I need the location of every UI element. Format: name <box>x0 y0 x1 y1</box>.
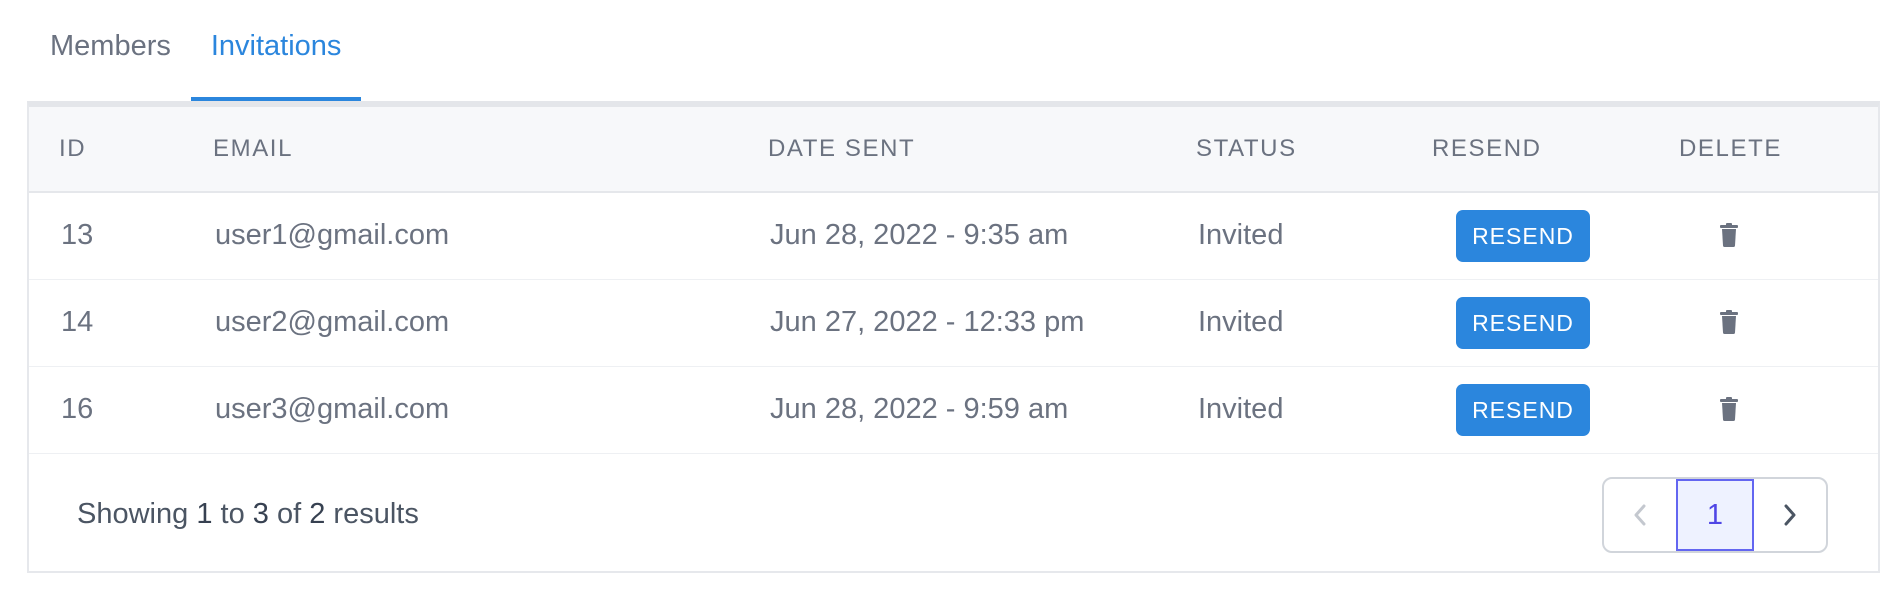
trash-icon[interactable] <box>1719 310 1739 334</box>
table-row: 14 user2@gmail.com Jun 27, 2022 - 12:33 … <box>29 280 1878 367</box>
cell-id: 16 <box>61 393 94 425</box>
pagination: 1 <box>1602 477 1828 553</box>
cell-status: Invited <box>1198 219 1284 251</box>
trash-icon[interactable] <box>1719 397 1739 421</box>
header-resend: RESEND <box>1432 135 1542 162</box>
cell-date-sent: Jun 28, 2022 - 9:35 am <box>770 219 1069 251</box>
table-footer: Showing 1 to 3 of 2 results 1 <box>29 454 1878 579</box>
table-header: ID EMAIL DATE SENT STATUS RESEND DELETE <box>29 107 1878 193</box>
tab-members[interactable]: Members <box>30 0 191 101</box>
table-row: 13 user1@gmail.com Jun 28, 2022 - 9:35 a… <box>29 193 1878 280</box>
header-delete: DELETE <box>1679 135 1782 162</box>
cell-email: user3@gmail.com <box>215 393 450 425</box>
resend-button[interactable]: RESEND <box>1456 297 1590 349</box>
header-status: STATUS <box>1196 135 1297 162</box>
resend-button[interactable]: RESEND <box>1456 384 1590 436</box>
previous-page-button[interactable] <box>1604 479 1676 551</box>
chevron-left-icon <box>1634 504 1646 526</box>
next-page-button[interactable] <box>1754 479 1826 551</box>
cell-date-sent: Jun 27, 2022 - 12:33 pm <box>770 306 1085 338</box>
cell-email: user2@gmail.com <box>215 306 450 338</box>
header-date-sent: DATE SENT <box>768 135 916 162</box>
results-summary: Showing 1 to 3 of 2 results <box>77 498 419 530</box>
cell-id: 14 <box>61 306 94 338</box>
page-1-button[interactable]: 1 <box>1675 479 1755 551</box>
header-id: ID <box>59 135 87 162</box>
header-email: EMAIL <box>213 135 294 162</box>
tab-bar: Members Invitations <box>30 0 362 101</box>
trash-icon[interactable] <box>1719 223 1739 247</box>
tab-invitations[interactable]: Invitations <box>190 0 362 101</box>
cell-status: Invited <box>1198 393 1284 425</box>
cell-id: 13 <box>61 219 94 251</box>
cell-date-sent: Jun 28, 2022 - 9:59 am <box>770 393 1069 425</box>
cell-email: user1@gmail.com <box>215 219 450 251</box>
resend-button[interactable]: RESEND <box>1456 210 1590 262</box>
invitations-table-card: ID EMAIL DATE SENT STATUS RESEND DELETE … <box>27 101 1880 573</box>
table-row: 16 user3@gmail.com Jun 28, 2022 - 9:59 a… <box>29 367 1878 454</box>
chevron-right-icon <box>1784 504 1796 526</box>
cell-status: Invited <box>1198 306 1284 338</box>
